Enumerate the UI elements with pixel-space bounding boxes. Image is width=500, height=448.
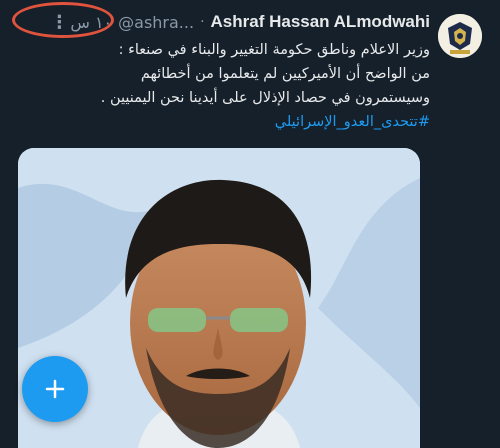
tweet-text-line: وزير الاعلام وناطق حكومة التغيير والبناء… <box>118 42 430 58</box>
compose-button[interactable] <box>22 356 88 422</box>
emblem-avatar-icon <box>438 14 482 58</box>
tweet-text-line: من الواضح أن الأميركيين لم يتعلموا من أخ… <box>140 66 430 82</box>
tweet-text-line: وسيستمرون في حصاد الإذلال على أيدينا نحن… <box>100 90 430 106</box>
tweet[interactable]: ⋮ ١٠ س @ashra... · Ashraf Hassan ALmodwa… <box>0 0 500 448</box>
avatar[interactable] <box>438 14 482 58</box>
hashtag-link[interactable]: #تتحدى_العدو_الإسرائيلي <box>10 110 430 134</box>
header-separator: · <box>200 14 205 30</box>
annotation-circle <box>12 2 114 38</box>
display-name[interactable]: Ashraf Hassan ALmodwahi <box>211 12 430 32</box>
user-handle[interactable]: @ashra... <box>118 13 194 32</box>
tweet-text: وزير الاعلام وناطق حكومة التغيير والبناء… <box>10 38 430 134</box>
plus-icon <box>45 379 65 399</box>
